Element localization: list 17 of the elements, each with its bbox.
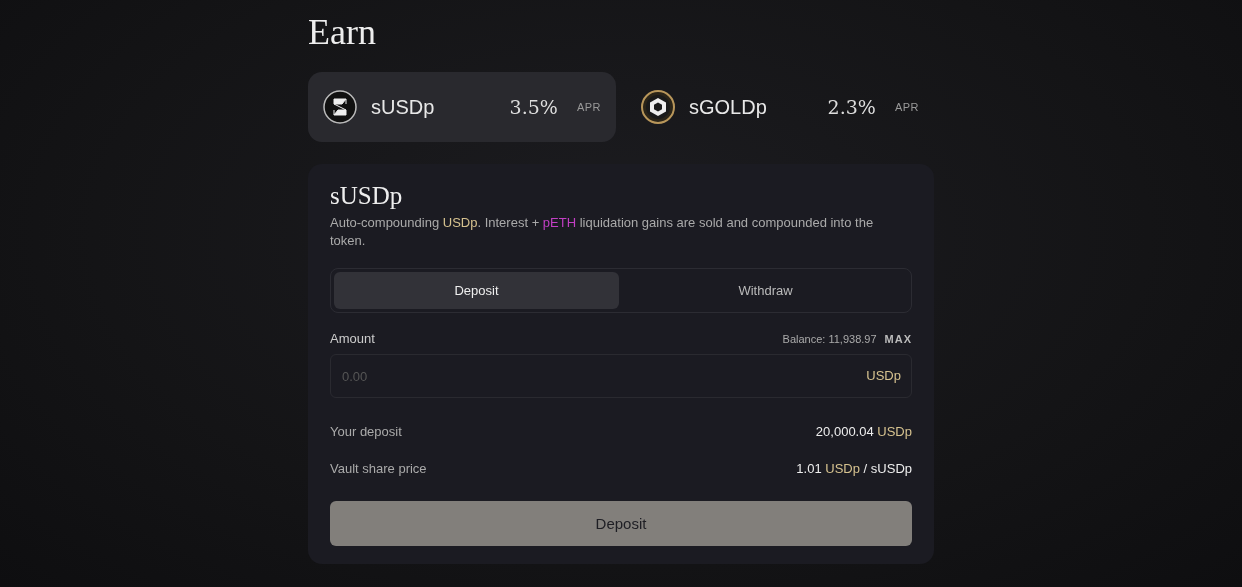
stat-label: Vault share price (330, 461, 427, 476)
amount-label: Amount (330, 331, 375, 346)
max-button[interactable]: MAX (884, 333, 912, 345)
mode-tab[interactable]: Deposit (334, 272, 619, 309)
stat-value: 1.01 USDp / sUSDp (796, 461, 912, 476)
vault-tab[interactable]: sUSDp 3.5% APR (308, 72, 616, 142)
stat-value: 20,000.04 USDp (815, 424, 912, 439)
vault-description: Auto-compounding USDp. Interest + pETH liquidation gains are sold and compounded into the token. (330, 214, 875, 250)
coin-icon (323, 90, 357, 124)
page-title: Earn (308, 12, 377, 52)
coin-icon (641, 90, 675, 124)
unit-label: USDp (866, 368, 901, 383)
card-title: sUSDp (330, 182, 404, 210)
balance-text: Balance: 11,938.97 (782, 333, 877, 345)
mode-tab[interactable]: Withdraw (623, 272, 908, 309)
stat-label: Your deposit (330, 424, 402, 439)
vault-tab[interactable]: sGOLDp 2.3% APR (626, 72, 934, 142)
